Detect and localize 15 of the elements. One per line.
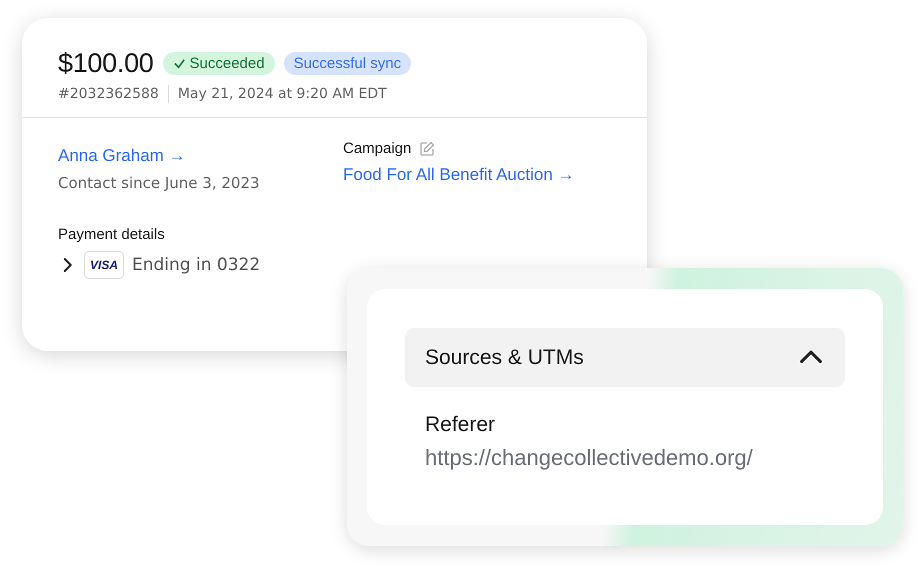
status-badge: Successful sync xyxy=(284,52,412,75)
accordion-header[interactable]: Sources & UTMs xyxy=(405,328,845,387)
card-brand-logo: VISA xyxy=(84,251,124,279)
timestamp: May 21, 2024 at 9:20 AM EDT xyxy=(178,86,387,102)
campaign-label: Campaign xyxy=(343,140,412,157)
card-ending: Ending in 0322 xyxy=(132,255,260,275)
contact-link[interactable]: Anna Graham → xyxy=(58,146,186,166)
field-label: Referer xyxy=(425,413,496,437)
contact-since: Contact since June 3, 2023 xyxy=(58,174,261,192)
campaign-link[interactable]: Food For All Benefit Auction → xyxy=(343,165,575,185)
field-value: https://changecollectivedemo.org/ xyxy=(425,445,754,471)
status-badge: Succeeded xyxy=(162,52,275,75)
amount: $100.00 xyxy=(58,48,154,79)
payment-details-label: Payment details xyxy=(58,226,166,243)
transaction-id: #2032362588 xyxy=(58,86,159,102)
